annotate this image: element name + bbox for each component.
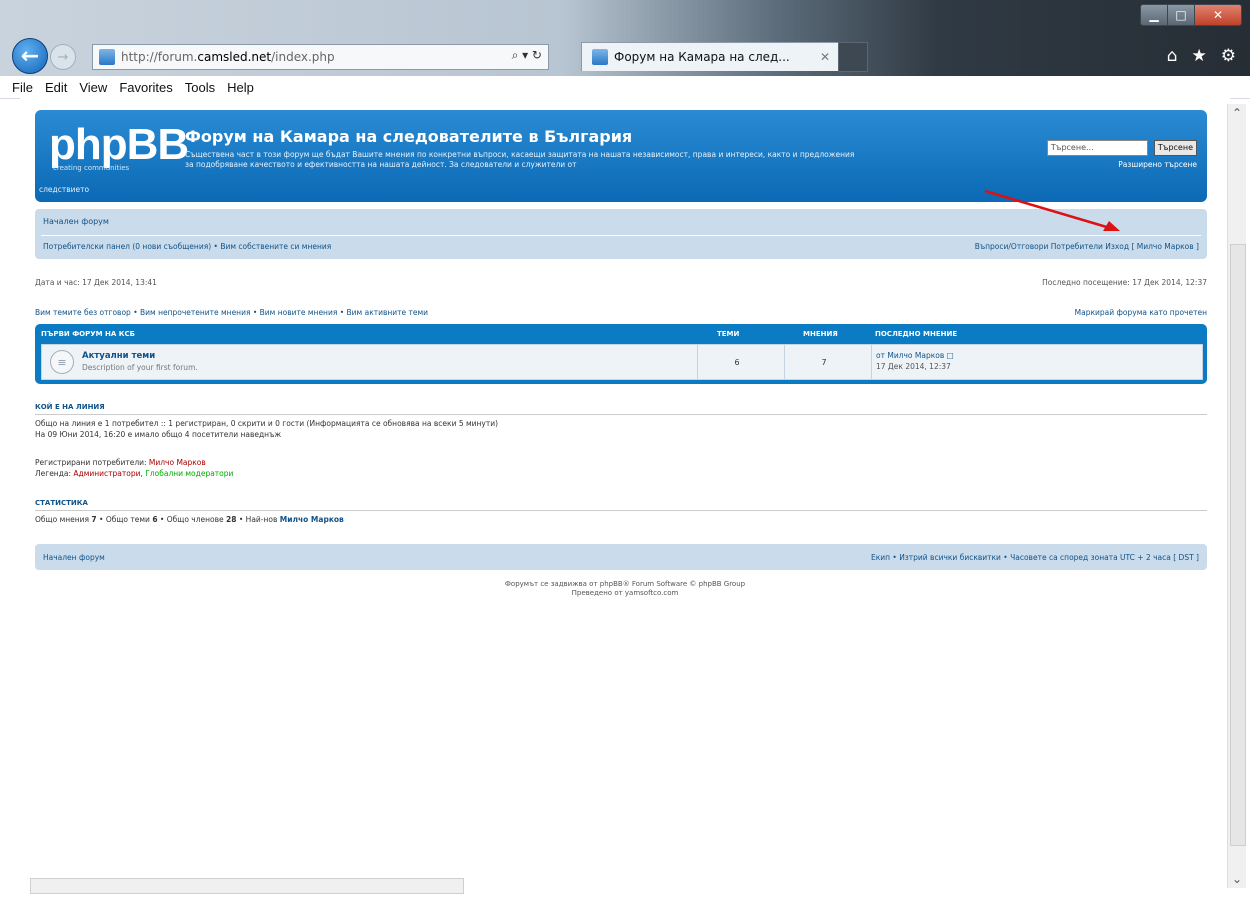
browser-navbar: ← → http://forum. camsled.net/index.php ⌕… [0, 36, 1250, 76]
registered-user-link[interactable]: Милчо Марков [149, 458, 206, 467]
maximize-button[interactable]: □ [1168, 5, 1195, 25]
footer-index-link[interactable]: Начален форум [43, 553, 105, 562]
online-divider [35, 414, 1207, 415]
new-tab-button[interactable] [838, 42, 868, 72]
col-forum: ПЪРВИ ФОРУМ НА КСБ [41, 330, 135, 338]
powered-by: Форумът се задвижва от phpBB® Forum Soft… [504, 580, 746, 588]
footer-nav-panel: Начален форум Екип • Изтрий всички бискв… [35, 544, 1207, 570]
ucp-links[interactable]: Потребителски панел (0 нови съобщения) •… [43, 242, 331, 251]
tab-close-icon[interactable]: ✕ [820, 50, 830, 64]
forward-button[interactable]: → [50, 44, 76, 70]
last-post-author[interactable]: от Милчо Марков □ [876, 351, 954, 360]
forum-topics-count: 6 [734, 358, 740, 367]
user-links[interactable]: Въпроси/Отговори Потребители Изход [ Мил… [975, 242, 1199, 251]
site-title: Форум на Камара на следователите в Бълга… [185, 127, 633, 146]
forum-table-header: ПЪРВИ ФОРУМ НА КСБ ТЕМИ МНЕНИЯ ПОСЛЕДНО … [35, 324, 1207, 342]
tab-title: Форум на Камара на след... [614, 50, 790, 64]
search-shortcut-links[interactable]: Вим темите без отговор • Вим непрочетени… [35, 308, 428, 317]
last-post-time: 17 Дек 2014, 12:37 [876, 362, 951, 371]
site-favicon-icon [99, 49, 115, 65]
stats-line: Общо мнения 7 • Общо теми 6 • Общо члено… [35, 515, 344, 524]
red-arrow-annotation [984, 189, 1120, 231]
last-visit: Последно посещение: 17 Дек 2014, 12:37 [1042, 278, 1207, 287]
browser-tab-active[interactable]: Форум на Камара на след... ✕ [581, 42, 839, 71]
registered-label: Регистрирани потребители: [35, 458, 149, 467]
horizontal-scrollbar[interactable] [30, 878, 464, 894]
search-input[interactable]: Търсене... [1046, 140, 1148, 156]
page-content: phpBB creating communities Форум на Кама… [20, 98, 1230, 898]
forum-posts-count: 7 [821, 358, 827, 367]
stats-text-b: • Общо теми [96, 515, 153, 524]
address-bar[interactable]: http://forum. camsled.net/index.php ⌕ ▾ ↻ [92, 44, 549, 70]
menu-edit[interactable]: Edit [45, 80, 67, 95]
address-domain: camsled.net [197, 50, 272, 64]
advanced-search-link[interactable]: Разширено търсене [1118, 160, 1197, 169]
tab-favicon-icon [592, 49, 608, 65]
menu-view[interactable]: View [79, 80, 107, 95]
vertical-scrollbar[interactable]: ⌃ ⌄ [1227, 104, 1246, 888]
scroll-thumb[interactable] [1230, 244, 1246, 846]
index-link[interactable]: Начален форум [43, 217, 109, 226]
menu-favorites[interactable]: Favorites [119, 80, 172, 95]
copyright: Форумът се задвижва от phpBB® Forum Soft… [20, 580, 1230, 598]
window-titlebar: ▁ □ ✕ ← → http://forum. camsled.net/index… [0, 0, 1250, 76]
current-datetime: Дата и час: 17 Дек 2014, 13:41 [35, 278, 157, 287]
minimize-button[interactable]: ▁ [1141, 5, 1168, 25]
stats-text-d: • Най-нов [236, 515, 280, 524]
forum-row: ≡ Актуални теми Description of your firs… [41, 344, 1203, 380]
search-button[interactable]: Търсене [1153, 140, 1197, 156]
menu-help[interactable]: Help [227, 80, 254, 95]
scroll-up-icon[interactable]: ⌃ [1228, 106, 1246, 120]
forum-name-link[interactable]: Актуални теми [82, 351, 155, 361]
address-prefix: http://forum. [121, 50, 198, 64]
settings-gear-icon[interactable]: ⚙ [1221, 46, 1236, 66]
scroll-down-icon[interactable]: ⌄ [1228, 872, 1246, 886]
mark-read-link[interactable]: Маркирай форума като прочетен [1075, 308, 1207, 317]
legend: Легенда: Администратори, Глобални модера… [35, 469, 233, 478]
footer-right-links[interactable]: Екип • Изтрий всички бисквитки • Часовет… [871, 553, 1199, 562]
newest-member-link[interactable]: Милчо Марков [280, 515, 344, 524]
home-icon[interactable]: ⌂ [1167, 46, 1178, 66]
address-tools[interactable]: ⌕ ▾ ↻ [512, 48, 542, 63]
stats-members: 28 [226, 515, 237, 524]
online-heading[interactable]: КОЙ Е НА ЛИНИЯ [35, 403, 105, 411]
browser-right-icons: ⌂ ★ ⚙ [1167, 46, 1236, 66]
legend-admins[interactable]: Администратори [73, 469, 140, 478]
stats-text-a: Общо мнения [35, 515, 92, 524]
menu-tools[interactable]: Tools [185, 80, 215, 95]
logo-tagline: creating communities [53, 164, 130, 172]
back-button[interactable]: ← [12, 38, 48, 74]
site-description: Съществена част в този форум ще бъдат Ва… [185, 150, 855, 169]
stats-heading: СТАТИСТИКА [35, 499, 88, 507]
stats-text-c: • Общо членове [157, 515, 227, 524]
col-separator [871, 345, 872, 379]
forum-description: Description of your first forum. [82, 363, 198, 372]
favorites-star-icon[interactable]: ★ [1192, 46, 1207, 66]
col-topics: ТЕМИ [717, 330, 740, 338]
search-box: Търсене... Търсене [1046, 140, 1197, 156]
address-suffix: /index.php [271, 50, 335, 64]
legend-mods[interactable]: Глобални модератори [145, 469, 233, 478]
registered-users: Регистрирани потребители: Милчо Марков [35, 458, 206, 467]
col-last-post: ПОСЛЕДНО МНЕНИЕ [875, 330, 958, 338]
stats-divider [35, 510, 1207, 511]
window-controls: ▁ □ ✕ [1140, 4, 1242, 26]
forum-table: ПЪРВИ ФОРУМ НА КСБ ТЕМИ МНЕНИЯ ПОСЛЕДНО … [35, 324, 1207, 384]
phpbb-logo[interactable]: phpBB [49, 120, 189, 170]
menu-bar: File Edit View Favorites Tools Help [0, 76, 1250, 99]
col-posts: МНЕНИЯ [803, 330, 838, 338]
close-window-button[interactable]: ✕ [1195, 5, 1241, 25]
forum-read-icon: ≡ [50, 350, 74, 374]
translated-by: Преведено от yamsoftco.com [571, 589, 679, 597]
legend-label: Легенда: [35, 469, 74, 478]
online-record: На 09 Юни 2014, 16:20 е имало общо 4 пос… [35, 430, 282, 439]
menu-file[interactable]: File [12, 80, 33, 95]
online-summary: Общо на линия е 1 потребител :: 1 регист… [35, 419, 499, 428]
site-description-end: следствието [39, 185, 90, 194]
